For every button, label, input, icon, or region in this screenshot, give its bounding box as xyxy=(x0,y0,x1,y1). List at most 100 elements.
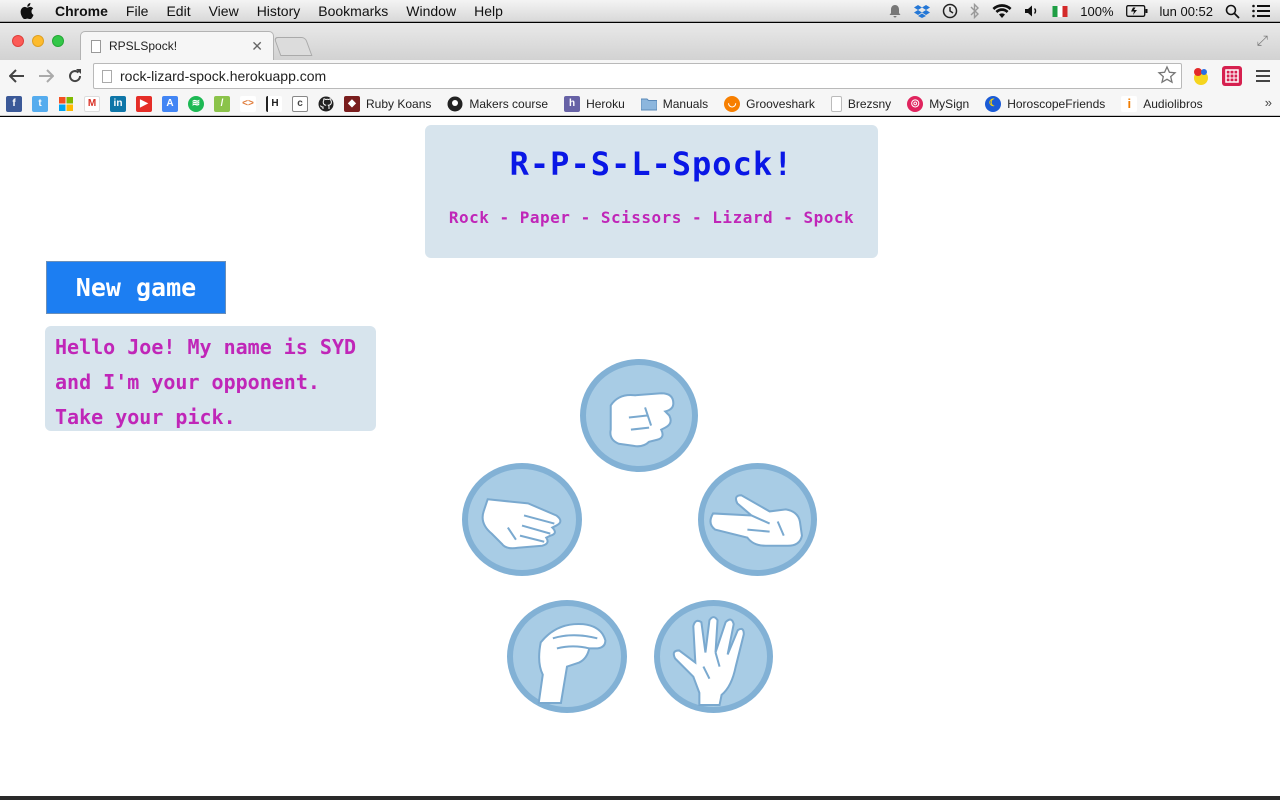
translate-icon[interactable]: A xyxy=(162,95,178,112)
bluetooth-icon[interactable] xyxy=(970,3,980,19)
mysign-icon: ◎ xyxy=(907,95,924,112)
new-tab-button[interactable] xyxy=(273,37,313,56)
code-icon[interactable]: <> xyxy=(240,95,256,112)
folder-icon xyxy=(640,96,657,112)
twitter-icon[interactable]: t xyxy=(32,95,48,112)
chrome-menu-icon[interactable] xyxy=(1256,67,1270,85)
notification-center-icon[interactable] xyxy=(1252,4,1270,18)
bookmark-mysign[interactable]: ◎ MySign xyxy=(907,95,970,112)
grooveshark-icon: ◡ xyxy=(724,95,741,112)
github-icon[interactable] xyxy=(318,96,334,112)
header-box: R-P-S-L-Spock! Rock - Paper - Scissors -… xyxy=(425,125,878,258)
reload-button[interactable] xyxy=(63,64,87,88)
page-icon xyxy=(830,95,842,112)
feedly-icon[interactable]: / xyxy=(214,95,230,112)
menu-window[interactable]: Window xyxy=(397,3,465,19)
bookmark-label: MySign xyxy=(929,96,970,111)
choice-scissors[interactable] xyxy=(698,463,817,576)
bookmark-star-icon[interactable] xyxy=(1157,64,1177,88)
battery-icon[interactable] xyxy=(1125,5,1148,17)
bookmark-grooveshark[interactable]: ◡ Grooveshark xyxy=(724,95,815,112)
bookmark-horoscopefriends[interactable]: ☾ HoroscopeFriends xyxy=(985,95,1106,112)
menu-file[interactable]: File xyxy=(117,3,158,19)
spock-hand-icon xyxy=(672,616,745,706)
apple-logo-icon[interactable] xyxy=(18,2,36,20)
linkedin-icon[interactable]: in xyxy=(110,95,126,112)
bookmarks-bar: f t M in ▶ A ≋ / <> H c ◆ Ruby Koans Mak… xyxy=(0,92,1280,116)
extension-icon[interactable] xyxy=(1191,66,1211,86)
address-bar[interactable]: rock-lizard-spock.herokuapp.com xyxy=(93,63,1182,89)
page-icon xyxy=(102,69,112,83)
menu-view[interactable]: View xyxy=(200,3,248,19)
bookmark-label: Audiolibros xyxy=(1143,96,1203,111)
scissors-hand-icon xyxy=(709,494,803,547)
bookmarks-overflow-button[interactable]: » xyxy=(1265,95,1272,110)
windows-icon[interactable] xyxy=(58,96,74,112)
paper-hand-icon xyxy=(481,498,562,550)
bookmark-label: Makers course xyxy=(469,96,549,111)
battery-percent: 100% xyxy=(1080,3,1114,19)
url-text[interactable]: rock-lizard-spock.herokuapp.com xyxy=(120,68,1157,84)
browser-toolbar: rock-lizard-spock.herokuapp.com xyxy=(0,60,1280,92)
page-icon xyxy=(91,39,101,53)
time-machine-icon[interactable] xyxy=(942,3,958,19)
c-bookmark-icon[interactable]: c xyxy=(292,95,308,112)
choice-paper[interactable] xyxy=(462,463,582,576)
menu-edit[interactable]: Edit xyxy=(157,3,199,19)
h-bookmark-icon[interactable]: H xyxy=(266,95,282,112)
youtube-icon[interactable]: ▶ xyxy=(136,95,152,112)
bookmark-brezsny[interactable]: Brezsny xyxy=(830,95,892,112)
github-icon xyxy=(447,96,463,112)
bookmark-heroku[interactable]: h Heroku xyxy=(564,95,625,112)
dropbox-icon[interactable] xyxy=(914,4,931,18)
tab-close-icon[interactable]: ✕ xyxy=(251,38,263,55)
menu-bookmarks[interactable]: Bookmarks xyxy=(309,3,397,19)
new-game-button[interactable]: New game xyxy=(46,261,226,314)
choice-spock[interactable] xyxy=(654,600,773,713)
forward-button[interactable] xyxy=(34,64,58,88)
wifi-icon[interactable] xyxy=(992,3,1012,19)
bookmark-label: Brezsny xyxy=(847,96,892,111)
tab-strip: RPSLSpock! ✕ ⤢ xyxy=(0,23,1280,60)
choice-lizard[interactable] xyxy=(507,600,627,713)
bookmark-ruby-koans[interactable]: ◆ Ruby Koans xyxy=(344,95,431,112)
tab-title: RPSLSpock! xyxy=(109,39,178,53)
opponent-message: Hello Joe! My name is SYD and I'm your o… xyxy=(45,326,376,431)
clock[interactable]: lun 00:52 xyxy=(1160,4,1214,19)
zoom-window-button[interactable] xyxy=(52,35,64,47)
audiolibros-icon: i xyxy=(1121,95,1138,112)
back-button[interactable] xyxy=(5,64,29,88)
bookmark-label: HoroscopeFriends xyxy=(1007,96,1106,111)
menu-help[interactable]: Help xyxy=(465,3,512,19)
bookmark-label: Grooveshark xyxy=(746,96,815,111)
bookmark-makers-course[interactable]: Makers course xyxy=(447,96,548,112)
page-title: R-P-S-L-Spock! xyxy=(509,145,794,183)
close-window-button[interactable] xyxy=(12,35,24,47)
lizard-hand-icon xyxy=(537,623,607,704)
choice-rock[interactable] xyxy=(580,359,698,472)
ruby-icon: ◆ xyxy=(344,95,360,112)
italy-flag-icon[interactable] xyxy=(1052,5,1068,17)
volume-icon[interactable] xyxy=(1024,4,1040,18)
bookmark-label: Manuals xyxy=(662,96,709,111)
status-area: 100% lun 00:52 xyxy=(888,0,1270,22)
window-bottom-edge xyxy=(0,796,1280,800)
page-viewport: R-P-S-L-Spock! Rock - Paper - Scissors -… xyxy=(0,117,1280,796)
bookmark-manuals[interactable]: Manuals xyxy=(640,96,709,112)
facebook-icon[interactable]: f xyxy=(6,95,22,112)
menu-history[interactable]: History xyxy=(248,3,310,19)
moon-icon: ☾ xyxy=(985,95,1002,112)
spotlight-search-icon[interactable] xyxy=(1225,4,1240,19)
mac-menubar: Chrome File Edit View History Bookmarks … xyxy=(0,0,1280,22)
gmail-icon[interactable]: M xyxy=(84,95,100,112)
extension-grid-icon[interactable] xyxy=(1222,66,1242,86)
notification-bell-icon[interactable] xyxy=(888,4,902,18)
menu-app-chrome[interactable]: Chrome xyxy=(46,3,117,19)
tab-rpslspock[interactable]: RPSLSpock! ✕ xyxy=(80,31,274,60)
minimize-window-button[interactable] xyxy=(32,35,44,47)
spotify-icon[interactable]: ≋ xyxy=(188,95,204,112)
page-subtitle: Rock - Paper - Scissors - Lizard - Spock xyxy=(448,208,855,227)
bookmark-label: Heroku xyxy=(586,96,625,111)
bookmark-audiolibros[interactable]: i Audiolibros xyxy=(1121,95,1203,112)
fullscreen-icon[interactable]: ⤢ xyxy=(1257,32,1268,49)
